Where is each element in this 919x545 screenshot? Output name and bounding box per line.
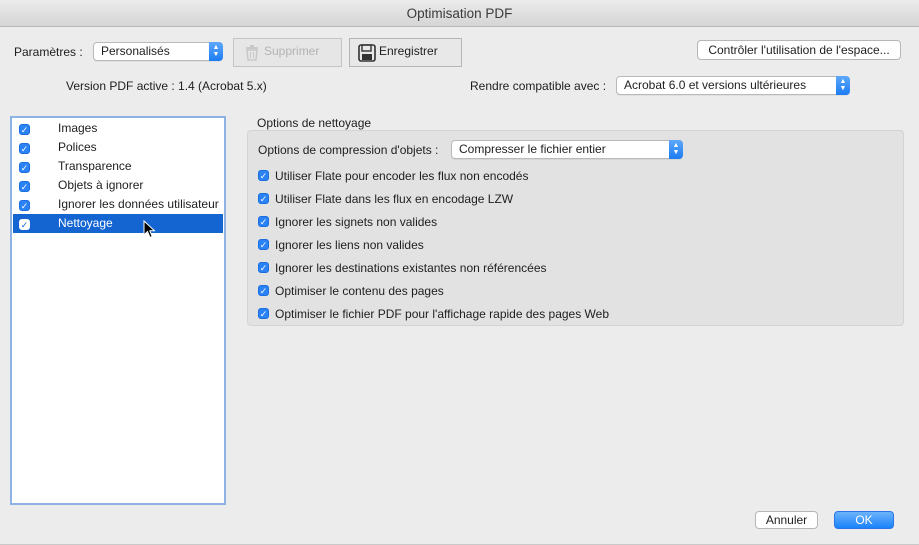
list-item-label: Transparence [58, 159, 132, 173]
option-label: Ignorer les destinations existantes non … [275, 261, 547, 275]
list-item-selected[interactable]: ✓ Nettoyage [13, 214, 223, 233]
checkbox[interactable]: ✓ [258, 216, 269, 228]
list-item-label: Polices [58, 140, 97, 154]
option-label: Ignorer les liens non valides [275, 238, 424, 252]
option-flate-lzw[interactable]: ✓ Utiliser Flate dans les flux en encodag… [258, 191, 513, 207]
checkbox[interactable]: ✓ [258, 239, 269, 251]
checkbox-images[interactable]: ✓ [19, 124, 30, 135]
option-invalid-links[interactable]: ✓ Ignorer les liens non valides [258, 237, 424, 253]
list-item[interactable]: ✓ Objets à ignorer [13, 176, 223, 195]
mouse-cursor-icon [143, 220, 156, 239]
params-select-value: Personalisés [101, 44, 170, 58]
option-label: Utiliser Flate dans les flux en encodage… [275, 192, 514, 206]
checkbox[interactable]: ✓ [258, 285, 269, 297]
checkbox[interactable]: ✓ [258, 193, 269, 205]
compat-select[interactable]: Acrobat 6.0 et versions ultérieures ▲ ▼ [616, 76, 850, 95]
checkbox[interactable]: ✓ [258, 262, 269, 274]
audit-space-button[interactable]: Contrôler l'utilisation de l'espace... [697, 40, 901, 60]
chevron-updown-icon: ▲ ▼ [836, 76, 850, 95]
chevron-updown-icon: ▲ ▼ [669, 140, 683, 159]
save-button[interactable]: Enregistrer [349, 38, 462, 67]
checkbox-polices[interactable]: ✓ [19, 143, 30, 154]
list-item-label: Images [58, 121, 98, 135]
checkbox-transparence[interactable]: ✓ [19, 162, 30, 173]
pdf-version-label: Version PDF active : 1.4 (Acrobat 5.x) [66, 79, 267, 93]
option-label: Ignorer les signets non valides [275, 215, 438, 229]
option-label: Optimiser le fichier PDF pour l'affichag… [275, 307, 610, 321]
cancel-button[interactable]: Annuler [755, 511, 818, 529]
option-optimize-page-content[interactable]: ✓ Optimiser le contenu des pages [258, 283, 444, 299]
category-list[interactable]: ✓ Images ✓ Polices ✓ Transparence ✓ Obje… [10, 116, 226, 505]
compat-label: Rendre compatible avec : [470, 79, 607, 93]
delete-button[interactable]: Supprimer [233, 38, 342, 67]
option-label: Optimiser le contenu des pages [275, 284, 444, 298]
panel-title: Options de nettoyage [257, 116, 372, 130]
floppy-disk-icon [358, 44, 376, 62]
list-item[interactable]: ✓ Polices [13, 138, 223, 157]
option-label: Utiliser Flate pour encoder les flux non… [275, 169, 529, 183]
option-fast-web-view[interactable]: ✓ Optimiser le fichier PDF pour l'afficha… [258, 306, 609, 322]
trash-icon [246, 45, 258, 61]
params-label: Paramètres : [14, 45, 83, 59]
checkbox[interactable]: ✓ [258, 308, 269, 320]
save-label: Enregistrer [379, 44, 438, 58]
compression-label: Options de compression d'objets : [258, 143, 439, 157]
chevron-updown-icon: ▲ ▼ [209, 42, 223, 61]
list-item[interactable]: ✓ Transparence [13, 157, 223, 176]
params-select[interactable]: Personalisés ▲ ▼ [93, 42, 223, 61]
list-item[interactable]: ✓ Ignorer les données utilisateur [13, 195, 223, 214]
option-invalid-bookmarks[interactable]: ✓ Ignorer les signets non valides [258, 214, 437, 230]
checkbox-donnees[interactable]: ✓ [19, 200, 30, 211]
list-item-label: Objets à ignorer [58, 178, 144, 192]
window-title: Optimisation PDF [0, 0, 919, 27]
delete-label: Supprimer [264, 44, 320, 58]
compression-select[interactable]: Compresser le fichier entier ▲ ▼ [451, 140, 683, 159]
list-item[interactable]: ✓ Images [13, 119, 223, 138]
checkbox-objets[interactable]: ✓ [19, 181, 30, 192]
compression-select-value: Compresser le fichier entier [459, 142, 606, 156]
list-item-label: Nettoyage [58, 216, 113, 230]
option-unreferenced-destinations[interactable]: ✓ Ignorer les destinations existantes non… [258, 260, 547, 276]
checkbox[interactable]: ✓ [258, 170, 269, 182]
ok-button[interactable]: OK [834, 511, 894, 529]
option-flate-unencoded[interactable]: ✓ Utiliser Flate pour encoder les flux no… [258, 168, 528, 184]
compat-select-value: Acrobat 6.0 et versions ultérieures [624, 78, 807, 92]
list-item-label: Ignorer les données utilisateur [58, 197, 219, 211]
checkbox-nettoyage[interactable]: ✓ [19, 219, 30, 230]
